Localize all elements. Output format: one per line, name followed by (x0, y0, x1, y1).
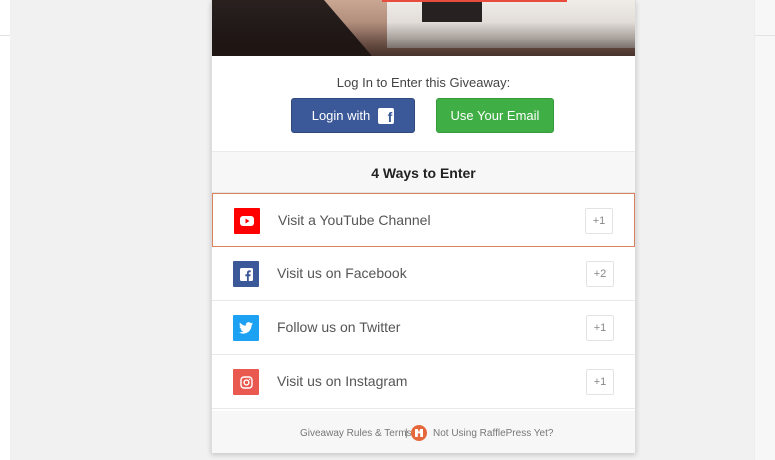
twitter-icon (233, 315, 259, 341)
ways-title: 4 Ways to Enter (371, 165, 476, 181)
entry-label: Visit us on Instagram (277, 373, 408, 389)
ways-header: 4 Ways to Enter (212, 152, 635, 193)
giveaway-widget: Log In to Enter this Giveaway: Login wit… (211, 0, 636, 453)
giveaway-image (212, 0, 635, 56)
entry-points: +1 (585, 208, 613, 234)
login-button-label: Login with (311, 108, 371, 123)
entry-youtube[interactable]: Visit a YouTube Channel +1 (212, 193, 635, 247)
instagram-icon (233, 369, 259, 395)
entry-twitter[interactable]: Follow us on Twitter +1 (212, 301, 635, 355)
left-background (0, 0, 10, 460)
facebook-icon (233, 261, 259, 287)
entry-instagram[interactable]: Visit us on Instagram +1 (212, 355, 635, 409)
youtube-icon (234, 208, 260, 234)
not-using-rafflepress-link[interactable]: Not Using RafflePress Yet? (433, 428, 553, 439)
entry-label: Follow us on Twitter (277, 319, 401, 335)
entry-label: Visit us on Facebook (277, 265, 407, 281)
rafflepress-logo-icon (411, 425, 427, 441)
entry-points: +1 (586, 369, 614, 395)
facebook-icon: f (378, 107, 395, 125)
footer: Giveaway Rules & Terms | Not Using Raffl… (212, 411, 635, 453)
footer-separator: | (405, 428, 408, 439)
entry-facebook[interactable]: Visit us on Facebook +2 (212, 247, 635, 301)
use-email-button[interactable]: Use Your Email (436, 98, 554, 133)
page: Log In to Enter this Giveaway: Login wit… (0, 0, 775, 460)
right-scroll-area (754, 0, 775, 460)
login-with-facebook-button[interactable]: Login with f (291, 98, 415, 133)
entry-label: Visit a YouTube Channel (278, 212, 431, 228)
login-section: Log In to Enter this Giveaway: Login wit… (212, 56, 635, 152)
entry-points: +1 (586, 315, 614, 341)
entry-points: +2 (586, 261, 614, 287)
giveaway-rules-link[interactable]: Giveaway Rules & Terms (300, 428, 412, 439)
login-title: Log In to Enter this Giveaway: (336, 75, 511, 90)
